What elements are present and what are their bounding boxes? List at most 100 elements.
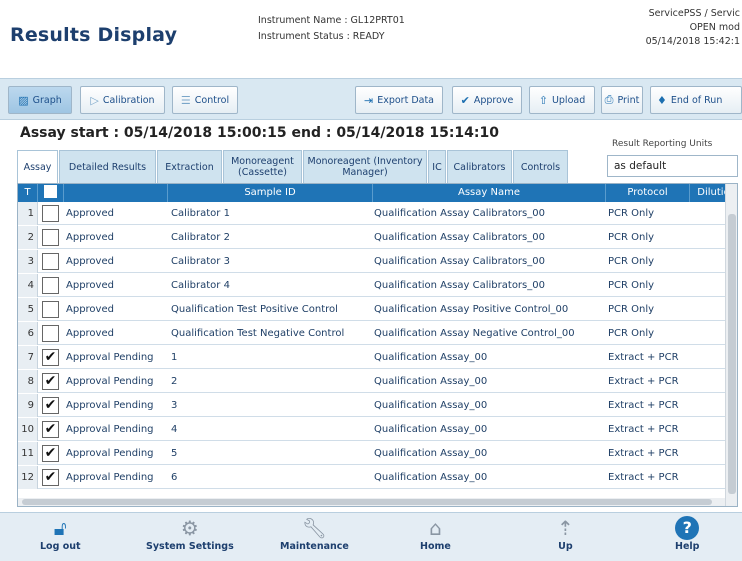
- maintenance-button[interactable]: 🔧︎ Maintenance: [280, 515, 349, 561]
- table-row[interactable]: 9 ✔ Approval Pending 3 Qualification Assay_0…: [18, 394, 725, 417]
- tab-assay[interactable]: Assay: [17, 150, 58, 183]
- table-row[interactable]: 3 Approved Calibrator 3 Qualification Assay…: [18, 250, 725, 273]
- assay-time-range: Assay start : 05/14/2018 15:00:15 end : …: [20, 125, 499, 141]
- row-checkbox[interactable]: ✔: [42, 373, 59, 390]
- row-sample-id: Calibrator 1: [171, 208, 230, 219]
- tab-monoreagent-cassette[interactable]: Monoreagent (Cassette): [223, 150, 302, 183]
- row-assay-name: Qualification Assay Calibrators_00: [374, 280, 545, 291]
- row-checkbox[interactable]: [42, 277, 59, 294]
- row-number: 7: [18, 346, 38, 369]
- reporting-units-field[interactable]: [607, 155, 738, 177]
- row-number: 8: [18, 370, 38, 393]
- row-protocol: PCR Only: [608, 328, 655, 339]
- row-status: Approved: [66, 280, 114, 291]
- row-checkbox[interactable]: [42, 205, 59, 222]
- row-checkbox[interactable]: ✔: [42, 421, 59, 438]
- help-icon: ?: [675, 516, 700, 540]
- table-row[interactable]: 11 ✔ Approval Pending 5 Qualification Assay_…: [18, 442, 725, 465]
- row-status: Approval Pending: [66, 400, 154, 411]
- row-checkbox[interactable]: [42, 301, 59, 318]
- select-all-cell[interactable]: [38, 184, 64, 202]
- approve-label: Approve: [473, 94, 514, 106]
- row-checkbox[interactable]: [42, 325, 59, 342]
- row-sample-id: 5: [171, 448, 178, 459]
- toolbar: ▨ Graph ▷ Calibration ☰ Control ⇥ Export…: [0, 78, 742, 120]
- tab-detailed-results[interactable]: Detailed Results: [59, 150, 156, 183]
- instrument-status: Instrument Status : READY: [258, 31, 385, 42]
- up-label: Up: [558, 541, 573, 552]
- home-button[interactable]: ⌂ Home: [420, 515, 451, 561]
- table-row[interactable]: 1 Approved Calibrator 1 Qualification Assay…: [18, 202, 725, 225]
- tab-extraction[interactable]: Extraction: [157, 150, 222, 183]
- row-protocol: PCR Only: [608, 256, 655, 267]
- row-number: 9: [18, 394, 38, 417]
- table-row[interactable]: 5 Approved Qualification Test Positive Con…: [18, 298, 725, 321]
- row-status: Approval Pending: [66, 448, 154, 459]
- row-checkbox[interactable]: ✔: [42, 397, 59, 414]
- row-sample-id: Qualification Test Positive Control: [171, 304, 338, 315]
- row-assay-name: Qualification Assay_00: [374, 472, 488, 483]
- table-row[interactable]: 4 Approved Calibrator 4 Qualification Assay…: [18, 274, 725, 297]
- vertical-scrollbar[interactable]: [725, 184, 737, 506]
- table-header: T Sample ID Assay Name Protocol Dilutio: [18, 184, 737, 202]
- row-assay-name: Qualification Assay_00: [374, 376, 488, 387]
- logout-label: Log out: [40, 541, 81, 552]
- current-datetime: 05/14/2018 15:42:1: [645, 36, 740, 47]
- tab-calibrators[interactable]: Calibrators: [447, 150, 512, 183]
- row-checkbox[interactable]: ✔: [42, 349, 59, 366]
- mode-label: OPEN mod: [689, 22, 740, 33]
- upload-button[interactable]: ⇧ Upload: [529, 86, 595, 114]
- table-row[interactable]: 12 ✔ Approval Pending 6 Qualification Assay_…: [18, 466, 725, 489]
- row-checkbox[interactable]: [42, 253, 59, 270]
- column-header-sample-id[interactable]: Sample ID: [168, 184, 373, 202]
- result-tabs: Assay Detailed Results Extraction Monore…: [17, 150, 569, 183]
- graph-button[interactable]: ▨ Graph: [8, 86, 72, 114]
- export-data-button[interactable]: ⇥ Export Data: [355, 86, 443, 114]
- row-checkbox[interactable]: ✔: [42, 445, 59, 462]
- row-number: 10: [18, 418, 38, 441]
- table-row[interactable]: 10 ✔ Approval Pending 4 Qualification Assay_…: [18, 418, 725, 441]
- row-protocol: PCR Only: [608, 208, 655, 219]
- end-of-run-button[interactable]: ♦ End of Run: [650, 86, 742, 114]
- page-title: Results Display: [10, 24, 178, 46]
- lock-icon: 🔓︎: [53, 516, 67, 540]
- row-protocol: Extract + PCR: [608, 376, 679, 387]
- table-row[interactable]: 7 ✔ Approval Pending 1 Qualification Assay_0…: [18, 346, 725, 369]
- system-settings-button[interactable]: ⚙ System Settings: [146, 515, 234, 561]
- column-header-protocol[interactable]: Protocol: [606, 184, 690, 202]
- vertical-scroll-thumb[interactable]: [728, 214, 736, 494]
- table-row[interactable]: 6 Approved Qualification Test Negative Con…: [18, 322, 725, 345]
- table-row[interactable]: 8 ✔ Approval Pending 2 Qualification Assay_0…: [18, 370, 725, 393]
- print-button[interactable]: ⎙ Print: [601, 86, 643, 114]
- control-label: Control: [194, 94, 230, 106]
- maintenance-label: Maintenance: [280, 541, 349, 552]
- tab-monoreagent-inventory[interactable]: Monoreagent (Inventory Manager): [303, 150, 427, 183]
- row-protocol: PCR Only: [608, 304, 655, 315]
- tab-controls[interactable]: Controls: [513, 150, 568, 183]
- row-number: 2: [18, 226, 38, 249]
- column-header-t[interactable]: T: [18, 184, 38, 202]
- row-checkbox[interactable]: ✔: [42, 469, 59, 486]
- calibration-button[interactable]: ▷ Calibration: [80, 86, 165, 114]
- control-button[interactable]: ☰ Control: [172, 86, 238, 114]
- up-button[interactable]: ⇡ Up: [557, 515, 574, 561]
- horizontal-scroll-thumb[interactable]: [22, 499, 712, 505]
- row-assay-name: Qualification Assay_00: [374, 400, 488, 411]
- tab-ic[interactable]: IC: [428, 150, 446, 183]
- graph-icon: ▨: [18, 93, 29, 107]
- row-sample-id: 3: [171, 400, 178, 411]
- row-status: Approval Pending: [66, 472, 154, 483]
- row-checkbox[interactable]: [42, 229, 59, 246]
- upload-icon: ⇧: [538, 93, 548, 107]
- column-header-status[interactable]: [64, 184, 168, 202]
- wrench-icon: 🔧︎: [301, 516, 328, 540]
- select-all-checkbox[interactable]: [44, 184, 57, 198]
- approve-button[interactable]: ✔ Approve: [452, 86, 522, 114]
- table-row[interactable]: 2 Approved Calibrator 2 Qualification Assay…: [18, 226, 725, 249]
- row-number: 3: [18, 250, 38, 273]
- column-header-assay-name[interactable]: Assay Name: [373, 184, 606, 202]
- help-button[interactable]: ? Help: [675, 515, 699, 561]
- logout-button[interactable]: 🔓︎ Log out: [40, 515, 81, 561]
- row-protocol: Extract + PCR: [608, 352, 679, 363]
- horizontal-scrollbar[interactable]: [18, 498, 725, 506]
